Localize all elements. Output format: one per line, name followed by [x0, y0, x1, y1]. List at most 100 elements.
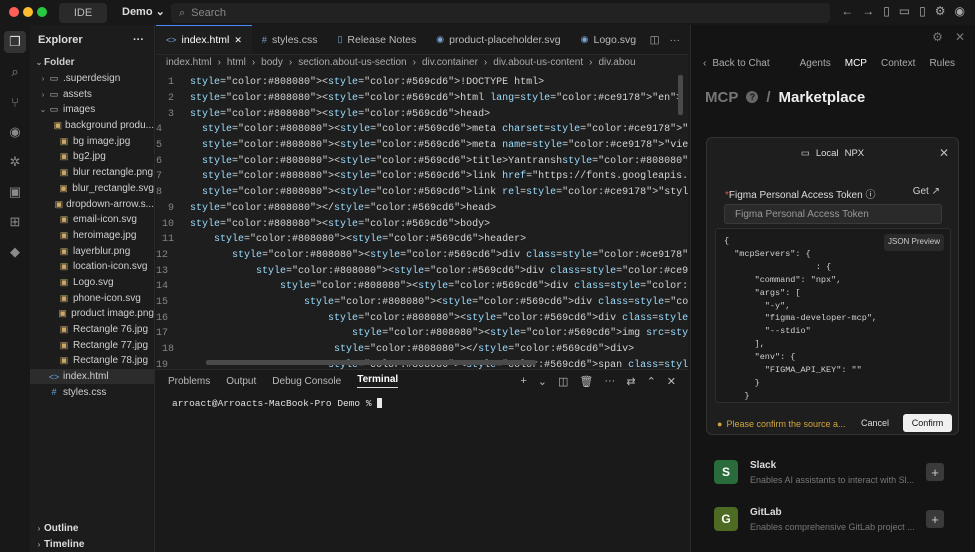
tree-item[interactable]: ▣ blur rectangle.png	[30, 165, 154, 181]
breadcrumb-item[interactable]: div.about-us-content	[493, 57, 583, 68]
search-files-icon[interactable]: ⌕	[4, 61, 26, 83]
cancel-button[interactable]: Cancel	[855, 414, 895, 432]
tree-item[interactable]: ▣ layerblur.png	[30, 243, 154, 259]
editor-tab[interactable]: <> index.html ✕	[156, 25, 252, 54]
tree-item[interactable]: <> index.html	[30, 368, 154, 385]
tree-item[interactable]: ▣ blur_rectangle.svg	[30, 181, 154, 197]
editor-tab[interactable]: ◉ product-placeholder.svg	[426, 25, 570, 54]
toggle-sidebar-icon[interactable]: ▯	[883, 4, 890, 18]
help-icon[interactable]: ?	[746, 91, 759, 103]
account-icon[interactable]: ◉	[955, 4, 965, 18]
search-input[interactable]: ⌕ Search	[171, 3, 830, 23]
folder-root[interactable]: ⌄ Folder	[30, 55, 154, 71]
new-terminal-icon[interactable]: +	[520, 375, 526, 388]
editor-tab[interactable]: # styles.css	[252, 25, 328, 54]
tree-item[interactable]: ▣ Rectangle 76.jpg	[30, 322, 154, 338]
outline-section[interactable]: › Outline	[30, 520, 155, 536]
tree-item[interactable]: ▣ Logo.svg	[30, 275, 154, 291]
tree-item[interactable]: # styles.css	[30, 384, 154, 400]
breadcrumb-item[interactable]: section.about-us-section	[298, 57, 406, 68]
close-icon[interactable]: ✕	[955, 30, 965, 44]
editor-tab[interactable]: ◉ Logo.svg	[571, 25, 646, 54]
get-token-link[interactable]: Get ↗	[913, 186, 940, 197]
back-arrow-icon[interactable]: ←	[841, 4, 853, 18]
tree-item[interactable]: ▣ location-icon.svg	[30, 259, 154, 275]
explorer-icon[interactable]: ❐	[4, 31, 26, 53]
service-item-slack[interactable]: S Slack Enables AI assistants to interac…	[706, 451, 959, 493]
json-preview-button[interactable]: JSON Preview	[883, 234, 944, 251]
code-line: 2 style="color:#808080"><style="color:#56…	[156, 91, 688, 107]
more-actions-icon[interactable]: ···	[670, 34, 681, 46]
breadcrumb-item[interactable]: html	[227, 57, 246, 68]
minimize-window-button[interactable]	[23, 7, 33, 17]
tab-output[interactable]: Output	[226, 376, 256, 387]
tab-terminal[interactable]: Terminal	[357, 374, 399, 388]
remote-icon[interactable]: ▣	[4, 181, 26, 203]
confirm-button[interactable]: Confirm	[903, 414, 952, 432]
horizontal-scrollbar[interactable]	[206, 360, 536, 365]
tree-item[interactable]: ▣ phone-icon.svg	[30, 290, 154, 306]
breadcrumb-item[interactable]: index.html	[166, 57, 212, 68]
sync-icon[interactable]: ⇄	[626, 375, 635, 388]
split-terminal-icon[interactable]: ◫	[558, 375, 568, 388]
maximize-window-button[interactable]	[37, 7, 47, 17]
close-tab-icon[interactable]: ✕	[234, 35, 242, 46]
tree-item[interactable]: ⌄ ▭ images	[30, 102, 154, 118]
terminal[interactable]: arroact@Arroacts-MacBook-Pro Demo %	[156, 392, 688, 415]
tree-item-label: location-icon.svg	[73, 261, 148, 273]
tab-agents[interactable]: Agents	[800, 58, 831, 69]
chevron-down-icon[interactable]: ⌄	[538, 375, 547, 388]
toggle-secondary-sidebar-icon[interactable]: ▯	[919, 4, 926, 18]
settings-gear-icon[interactable]: ⚙	[935, 4, 946, 18]
debug-icon[interactable]: ✲	[4, 151, 26, 173]
tag-icon[interactable]: ◆	[4, 241, 26, 263]
token-input[interactable]: Figma Personal Access Token	[724, 204, 942, 224]
timeline-section[interactable]: › Timeline	[30, 536, 155, 552]
more-actions-icon[interactable]: ···	[133, 34, 144, 46]
tree-item[interactable]: › ▭ assets	[30, 86, 154, 102]
split-editor-icon[interactable]: ◫	[650, 34, 660, 46]
trash-icon[interactable]: 🗑	[579, 375, 593, 388]
workspace-selector[interactable]: Demo ⌄	[122, 5, 165, 18]
settings-gear-icon[interactable]: ⚙	[932, 30, 943, 44]
close-panel-icon[interactable]: ✕	[667, 375, 676, 388]
tree-item[interactable]: ▣ Rectangle 77.jpg	[30, 337, 154, 353]
breadcrumb-separator: ›	[483, 57, 488, 68]
extensions-icon[interactable]: ⊞	[4, 211, 26, 233]
close-icon[interactable]: ✕	[939, 146, 949, 160]
tab-rules[interactable]: Rules	[929, 58, 955, 69]
back-to-chat-button[interactable]: ‹ Back to Chat	[703, 58, 770, 69]
forward-arrow-icon[interactable]: →	[862, 4, 874, 18]
add-service-button[interactable]: +	[926, 463, 944, 481]
toggle-panel-icon[interactable]: ▭	[899, 4, 910, 18]
line-text: style="color:#808080"><style="color:#569…	[202, 187, 688, 199]
vertical-scrollbar[interactable]	[678, 75, 683, 115]
line-text: style="color:#808080"><style="color:#569…	[202, 140, 688, 152]
tab-mcp[interactable]: MCP	[845, 58, 867, 69]
maximize-panel-icon[interactable]: ⌃	[647, 375, 656, 388]
tree-item[interactable]: › ▭ .superdesign	[30, 71, 154, 87]
breadcrumb-item[interactable]: div.container	[422, 57, 478, 68]
editor-tab[interactable]: ▯ Release Notes	[327, 25, 426, 54]
more-actions-icon[interactable]: ···	[604, 375, 615, 388]
close-window-button[interactable]	[9, 7, 19, 17]
tree-item[interactable]: ▣ dropdown-arrow.s...	[30, 196, 154, 212]
tab-debug-console[interactable]: Debug Console	[272, 376, 341, 387]
source-control-icon[interactable]: ⑂	[4, 91, 26, 113]
tree-item[interactable]: ▣ background produ...	[30, 118, 154, 134]
service-item-gitlab[interactable]: G GitLab Enables comprehensive GitLab pr…	[706, 498, 959, 540]
tab-problems[interactable]: Problems	[168, 376, 210, 387]
tree-item[interactable]: ▣ Rectangle 78.jpg	[30, 353, 154, 369]
code-editor[interactable]: 1 style="color:#808080"><style="color:#56…	[156, 75, 688, 385]
preview-eye-icon[interactable]: ◉	[4, 121, 26, 143]
tree-item[interactable]: ▣ heroimage.jpg	[30, 228, 154, 244]
breadcrumb-item[interactable]: div.abou	[598, 57, 635, 68]
tree-item[interactable]: ▣ bg2.jpg	[30, 149, 154, 165]
ide-mode-button[interactable]: IDE	[59, 3, 107, 23]
tree-item[interactable]: ▣ bg image.jpg	[30, 133, 154, 149]
add-service-button[interactable]: +	[926, 510, 944, 528]
tab-context[interactable]: Context	[881, 58, 915, 69]
tree-item[interactable]: ▣ product image.png	[30, 306, 154, 322]
tree-item[interactable]: ▣ email-icon.svg	[30, 212, 154, 228]
breadcrumb-item[interactable]: body	[261, 57, 283, 68]
